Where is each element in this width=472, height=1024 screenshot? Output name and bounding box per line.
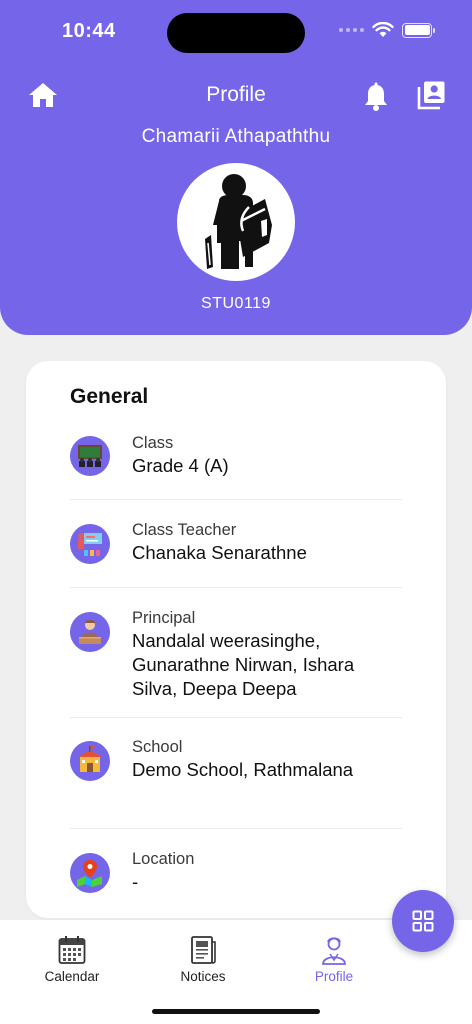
location-value: - [132,871,139,892]
divider [70,499,402,500]
nav-notices-label: Notices [180,969,226,984]
class-teacher-value: Chanaka Senarathne [132,542,307,563]
school-value: Demo School, Rathmalana [132,759,354,780]
class-row: Class Grade 4 (A) [70,434,402,484]
status-time: 10:44 [62,20,116,42]
divider [70,717,402,718]
profile-icon [322,937,346,965]
dynamic-island [167,13,305,53]
class-teacher-row: Class Teacher Chanaka Senarathne [70,521,402,571]
nav-profile[interactable]: Profile [279,934,389,984]
school-row: School Demo School, Rathmalana [70,738,402,806]
cellular-signal-icon [339,28,364,32]
map-location-icon [70,853,110,893]
bell-icon[interactable] [362,82,390,112]
student-name: Chamarii Athapaththu [141,126,331,147]
notices-icon [191,936,216,964]
calendar-icon [58,936,86,964]
student-id: STU0119 [201,295,271,312]
page-title: Profile [206,83,266,106]
teacher-icon [70,524,110,564]
location-label: Location [132,850,195,868]
general-section-title: General [70,385,149,408]
classroom-icon [70,436,110,476]
nav-calendar-label: Calendar [44,969,100,984]
location-row: Location - [70,850,402,900]
contacts-icon[interactable] [416,80,446,110]
grid-icon [412,910,434,932]
student-avatar [177,163,295,281]
divider [70,828,402,829]
profile-header: 10:44 Profile Chamarii Athapaththu STU01… [0,0,472,335]
menu-fab-button[interactable] [392,890,454,952]
principal-value: Nandalal weerasinghe, Gunarathne Nirwan,… [132,630,355,699]
class-label: Class [132,434,174,452]
nav-notices[interactable]: Notices [148,934,258,984]
nav-profile-label: Profile [314,969,354,984]
wifi-icon [372,22,394,37]
principal-icon [70,612,110,652]
home-indicator [152,1009,320,1014]
divider [70,587,402,588]
school-label: School [132,738,183,756]
class-teacher-label: Class Teacher [132,521,237,539]
nav-calendar[interactable]: Calendar [17,934,127,984]
principal-row: Principal Nandalal weerasinghe, Gunarath… [70,609,402,699]
student-backpack-icon [205,174,272,269]
school-building-icon [70,741,110,781]
battery-icon [402,22,435,38]
principal-label: Principal [132,609,196,627]
class-value: Grade 4 (A) [132,455,229,476]
status-icons [339,22,435,38]
general-info-card: General Class Grade 4 (A) Class Teacher … [26,361,446,918]
